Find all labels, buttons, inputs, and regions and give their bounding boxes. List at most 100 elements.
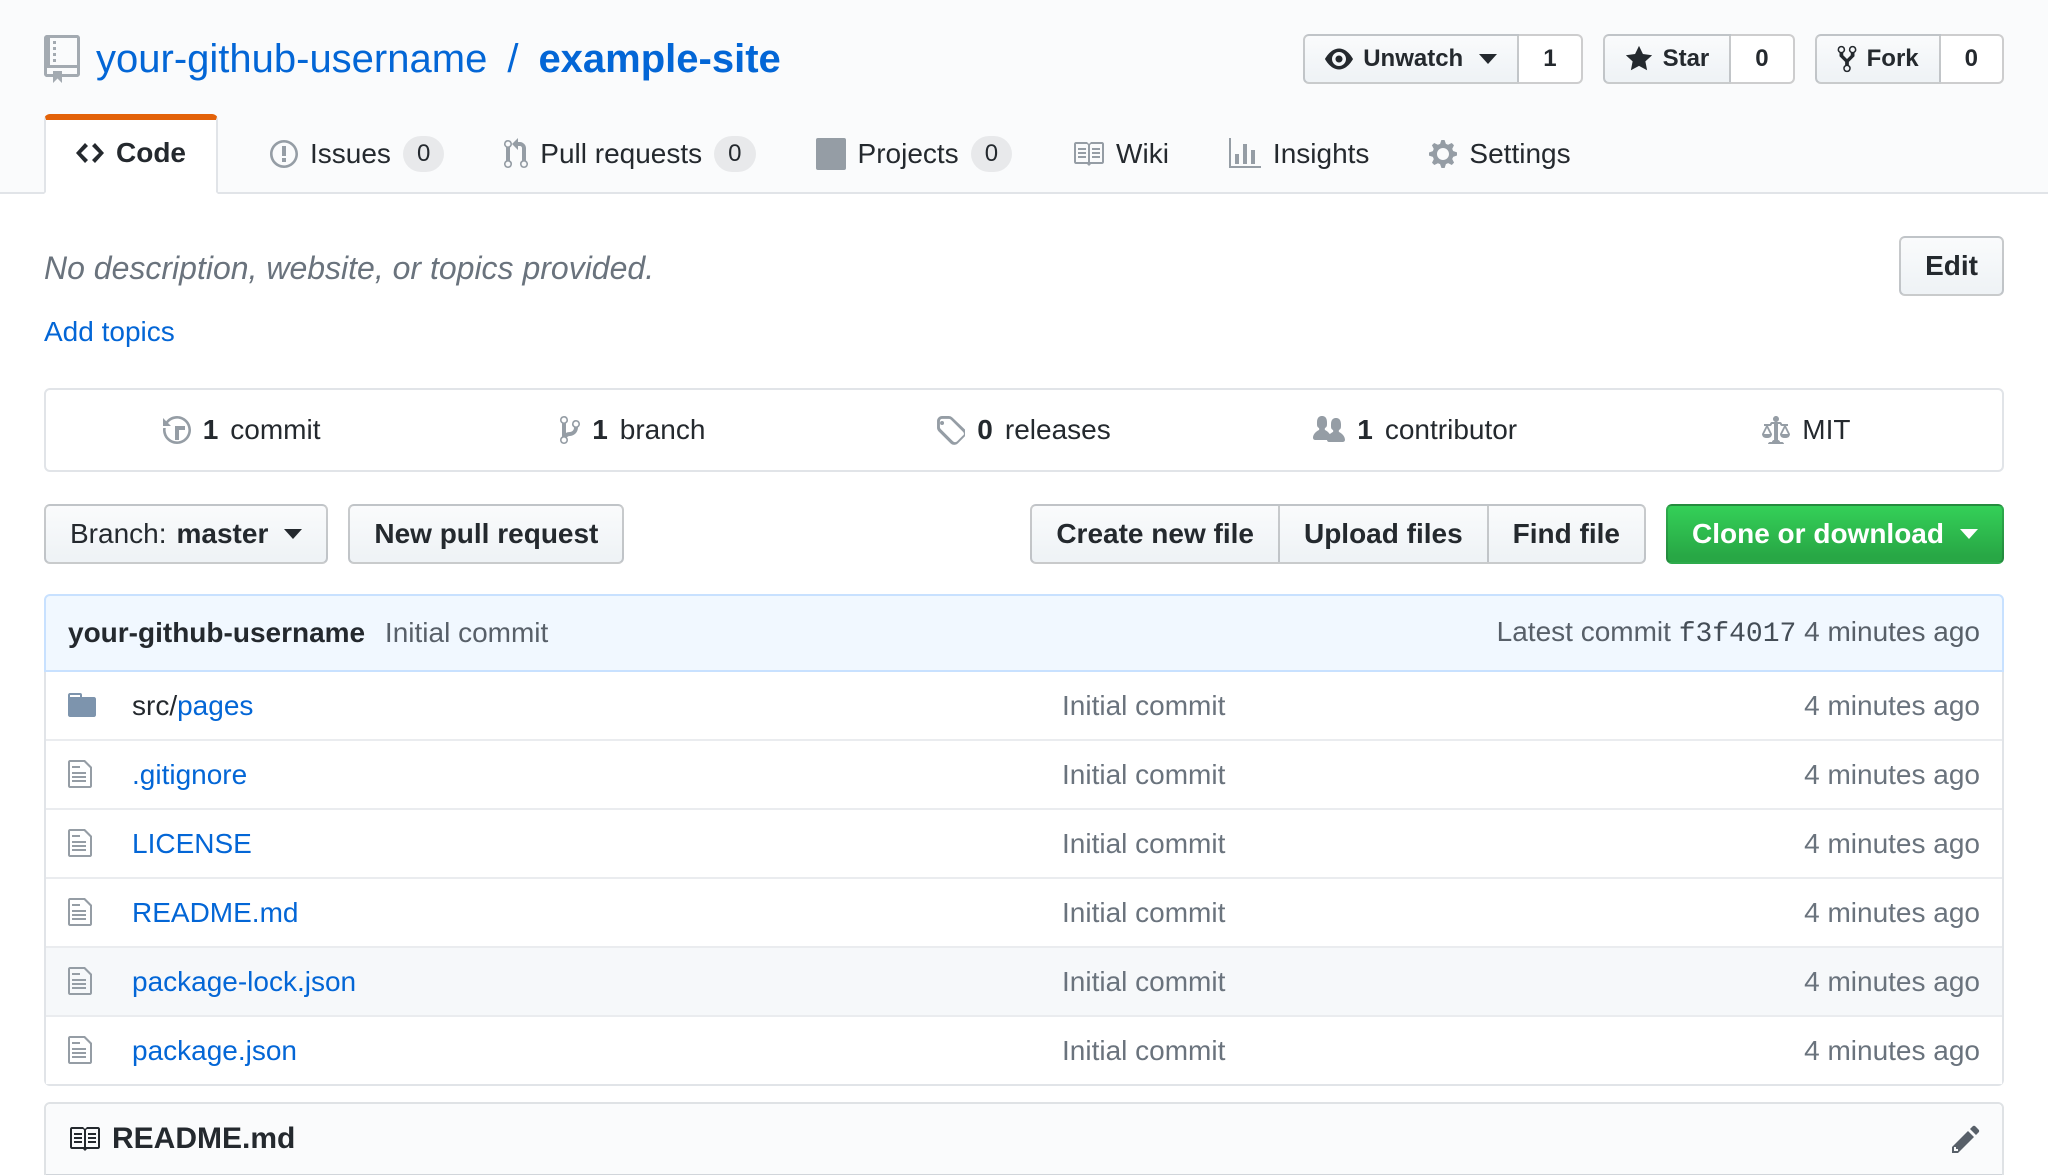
fork-icon (1837, 44, 1857, 74)
commits-stat[interactable]: 1 commit (46, 390, 437, 470)
star-button[interactable]: Star (1603, 34, 1732, 84)
tab-settings[interactable]: Settings (1399, 114, 1600, 194)
row-commit-message-link[interactable]: Initial commit (1062, 828, 1225, 859)
branch-selector-button[interactable]: Branch: master (44, 504, 328, 564)
find-file-button[interactable]: Find file (1487, 504, 1646, 564)
releases-label: releases (1005, 414, 1111, 446)
row-commit-message-link[interactable]: Initial commit (1062, 1035, 1225, 1066)
file-icon (68, 965, 92, 997)
license-label: MIT (1802, 414, 1850, 446)
branch-prefix-label: Branch: (70, 518, 167, 550)
tab-projects-label: Projects (858, 138, 959, 170)
repo-owner-link[interactable]: your-github-username (96, 37, 487, 82)
people-icon (1313, 414, 1345, 446)
star-label: Star (1663, 45, 1710, 73)
law-icon (1762, 414, 1790, 446)
row-commit-message-link[interactable]: Initial commit (1062, 690, 1225, 721)
contributors-label: contributor (1385, 414, 1517, 446)
clone-label: Clone or download (1692, 518, 1944, 550)
graph-icon (1229, 138, 1261, 170)
fork-button[interactable]: Fork (1815, 34, 1941, 84)
add-topics-link[interactable]: Add topics (44, 316, 175, 348)
repo-name-link[interactable]: example-site (538, 37, 780, 82)
row-commit-message-link[interactable]: Initial commit (1062, 966, 1225, 997)
create-new-file-button[interactable]: Create new file (1030, 504, 1278, 564)
file-icon (68, 827, 92, 859)
latest-commit-bar: your-github-username Initial commit Late… (44, 594, 2004, 672)
tab-wiki[interactable]: Wiki (1042, 114, 1199, 194)
file-link[interactable]: package.json (132, 1035, 297, 1066)
history-icon (163, 414, 191, 446)
branch-icon (560, 414, 580, 446)
row-commit-message-link[interactable]: Initial commit (1062, 759, 1225, 790)
branches-stat[interactable]: 1 branch (437, 390, 828, 470)
contributors-stat[interactable]: 1 contributor (1220, 390, 1611, 470)
tab-insights-label: Insights (1273, 138, 1370, 170)
code-icon (76, 137, 104, 169)
projects-counter: 0 (971, 136, 1012, 172)
file-link[interactable]: package-lock.json (132, 966, 356, 997)
pencil-icon (1952, 1123, 1980, 1155)
commit-sha-link[interactable]: f3f4017 (1679, 619, 1797, 650)
file-icon (68, 896, 92, 928)
file-link[interactable]: LICENSE (132, 828, 252, 859)
repo-title: your-github-username / example-site (44, 35, 781, 83)
watchers-count[interactable]: 1 (1519, 34, 1582, 84)
file-link[interactable]: src/pages (132, 690, 253, 721)
book-icon (68, 1123, 100, 1155)
repo-description: No description, website, or topics provi… (44, 250, 654, 287)
tab-insights[interactable]: Insights (1199, 114, 1400, 194)
tab-projects[interactable]: Projects 0 (786, 114, 1043, 194)
table-row: src/pages Initial commit 4 minutes ago (46, 672, 2002, 739)
gear-icon (1429, 138, 1457, 170)
edit-description-button[interactable]: Edit (1899, 236, 2004, 296)
table-row: .gitignore Initial commit 4 minutes ago (46, 739, 2002, 808)
readme-section: README.md (44, 1102, 2004, 1175)
branches-label: branch (620, 414, 706, 446)
project-icon (816, 138, 846, 170)
chevron-down-icon (1960, 529, 1978, 539)
repo-content: No description, website, or topics provi… (44, 194, 2004, 1175)
releases-stat[interactable]: 0 releases (828, 390, 1219, 470)
file-actions-group: Create new file Upload files Find file (1030, 504, 1646, 564)
tab-pull-requests-label: Pull requests (540, 138, 702, 170)
file-list: src/pages Initial commit 4 minutes ago .… (44, 672, 2004, 1086)
clone-or-download-button[interactable]: Clone or download (1666, 504, 2004, 564)
tab-issues[interactable]: Issues 0 (240, 114, 474, 194)
repo-stats-bar: 1 commit 1 branch 0 releases 1 contribut… (44, 388, 2004, 472)
unwatch-label: Unwatch (1363, 45, 1463, 73)
book-icon (1072, 138, 1104, 170)
latest-commit-time: 4 minutes ago (1804, 616, 1980, 647)
tab-pull-requests[interactable]: Pull requests 0 (474, 114, 785, 194)
contributors-count: 1 (1357, 414, 1373, 446)
branches-count: 1 (592, 414, 608, 446)
pull-requests-counter: 0 (714, 136, 755, 172)
unwatch-button[interactable]: Unwatch (1303, 34, 1519, 84)
new-pull-request-button[interactable]: New pull request (348, 504, 624, 564)
stars-count[interactable]: 0 (1731, 34, 1794, 84)
page-header: your-github-username / example-site Unwa… (0, 0, 2048, 194)
latest-commit-label: Latest commit (1497, 616, 1671, 647)
commits-count: 1 (203, 414, 219, 446)
tab-issues-label: Issues (310, 138, 391, 170)
file-icon (68, 1034, 92, 1066)
row-age: 4 minutes ago (1560, 1035, 1980, 1067)
commit-message-link[interactable]: Initial commit (385, 617, 548, 648)
tab-code[interactable]: Code (44, 114, 218, 194)
commit-author-link[interactable]: your-github-username (68, 617, 365, 648)
upload-files-button[interactable]: Upload files (1278, 504, 1487, 564)
tab-settings-label: Settings (1469, 138, 1570, 170)
edit-readme-button[interactable] (1952, 1122, 1980, 1156)
commits-label: commit (230, 414, 320, 446)
file-icon (68, 758, 92, 790)
pull-request-icon (504, 138, 528, 170)
issues-counter: 0 (403, 136, 444, 172)
branch-name-label: master (177, 518, 269, 550)
folder-name[interactable]: pages (177, 690, 253, 721)
row-commit-message-link[interactable]: Initial commit (1062, 897, 1225, 928)
file-link[interactable]: .gitignore (132, 759, 247, 790)
folder-path-prefix[interactable]: src/ (132, 690, 177, 721)
file-link[interactable]: README.md (132, 897, 298, 928)
forks-count[interactable]: 0 (1941, 34, 2004, 84)
license-stat[interactable]: MIT (1611, 390, 2002, 470)
